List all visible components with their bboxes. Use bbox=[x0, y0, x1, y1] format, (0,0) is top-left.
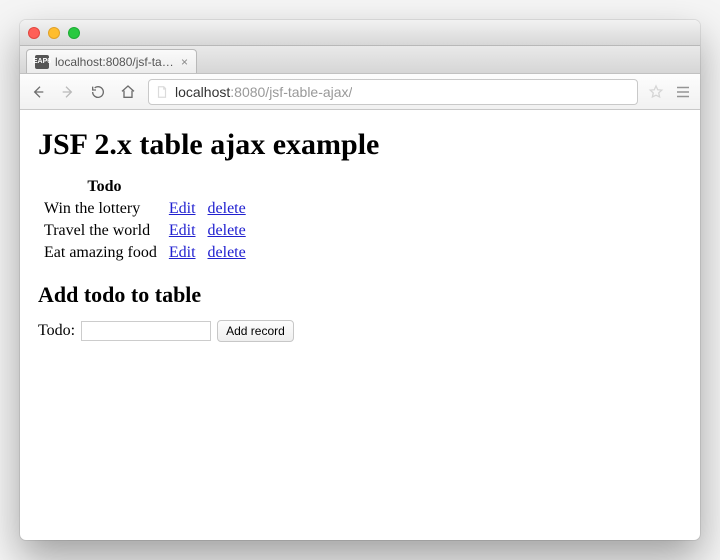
window-maximize-button[interactable] bbox=[68, 27, 80, 39]
home-button[interactable] bbox=[118, 82, 138, 102]
page-icon bbox=[155, 85, 169, 99]
reload-icon bbox=[90, 84, 106, 100]
bookmark-star-icon[interactable] bbox=[648, 84, 664, 100]
edit-link[interactable]: Edit bbox=[169, 222, 196, 239]
tab-strip: EAP6 localhost:8080/jsf-table-aj × bbox=[20, 46, 700, 74]
add-form: Todo: Add record bbox=[38, 320, 682, 342]
url-host: localhost bbox=[175, 84, 230, 100]
edit-link[interactable]: Edit bbox=[169, 244, 196, 261]
todo-input[interactable] bbox=[81, 321, 211, 341]
column-header-todo: Todo bbox=[38, 176, 163, 198]
browser-tab[interactable]: EAP6 localhost:8080/jsf-table-aj × bbox=[26, 49, 197, 73]
url-path: :8080/jsf-table-ajax/ bbox=[230, 84, 352, 100]
arrow-right-icon bbox=[60, 84, 76, 100]
table-row: Travel the world Edit delete bbox=[38, 220, 252, 242]
delete-link[interactable]: delete bbox=[208, 200, 246, 217]
browser-window: EAP6 localhost:8080/jsf-table-aj × local… bbox=[20, 20, 700, 540]
close-tab-icon[interactable]: × bbox=[181, 55, 188, 69]
todo-label: Eat amazing food bbox=[38, 242, 163, 264]
forward-button bbox=[58, 82, 78, 102]
page-content: JSF 2.x table ajax example Todo Win the … bbox=[20, 110, 700, 540]
todo-input-label: Todo: bbox=[38, 322, 75, 340]
todo-table: Todo Win the lottery Edit delete Travel … bbox=[38, 176, 252, 264]
traffic-lights bbox=[28, 27, 80, 39]
todo-label: Travel the world bbox=[38, 220, 163, 242]
favicon-icon: EAP6 bbox=[35, 55, 49, 69]
home-icon bbox=[120, 84, 136, 100]
add-heading: Add todo to table bbox=[38, 282, 682, 308]
window-minimize-button[interactable] bbox=[48, 27, 60, 39]
back-button[interactable] bbox=[28, 82, 48, 102]
table-row: Win the lottery Edit delete bbox=[38, 198, 252, 220]
arrow-left-icon bbox=[30, 84, 46, 100]
browser-toolbar: localhost:8080/jsf-table-ajax/ bbox=[20, 74, 700, 110]
page-heading: JSF 2.x table ajax example bbox=[38, 128, 682, 162]
url-text: localhost:8080/jsf-table-ajax/ bbox=[175, 84, 352, 100]
tab-title: localhost:8080/jsf-table-aj bbox=[55, 55, 175, 69]
todo-label: Win the lottery bbox=[38, 198, 163, 220]
table-row: Eat amazing food Edit delete bbox=[38, 242, 252, 264]
edit-link[interactable]: Edit bbox=[169, 200, 196, 217]
reload-button[interactable] bbox=[88, 82, 108, 102]
delete-link[interactable]: delete bbox=[208, 244, 246, 261]
window-close-button[interactable] bbox=[28, 27, 40, 39]
address-bar[interactable]: localhost:8080/jsf-table-ajax/ bbox=[148, 79, 638, 105]
menu-icon[interactable] bbox=[674, 83, 692, 101]
add-record-button[interactable]: Add record bbox=[217, 320, 294, 342]
window-titlebar bbox=[20, 20, 700, 46]
delete-link[interactable]: delete bbox=[208, 222, 246, 239]
